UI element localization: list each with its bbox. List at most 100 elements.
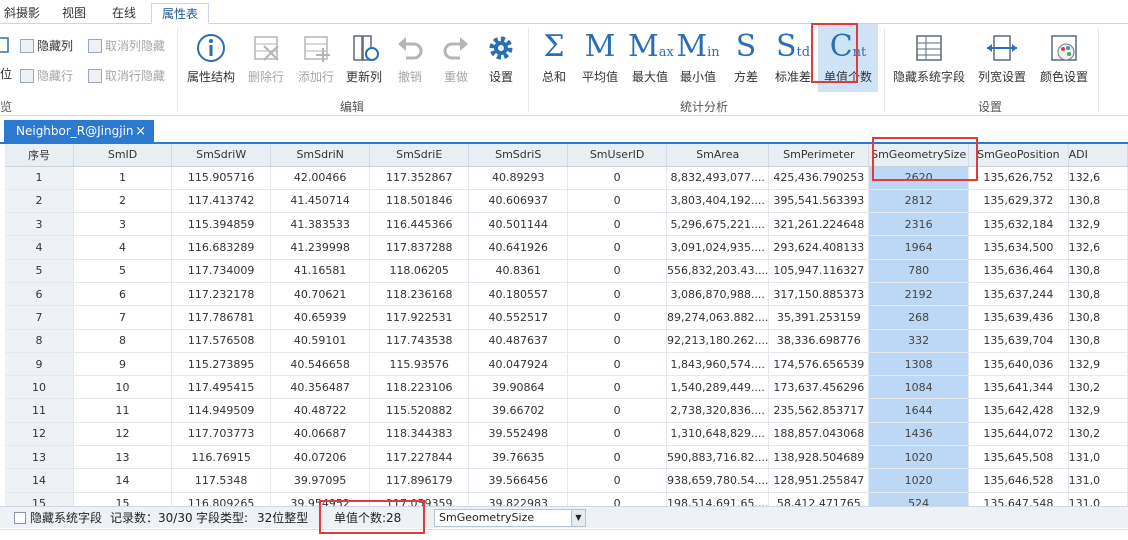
table-cell[interactable]: 128,951.255847 bbox=[768, 468, 870, 493]
table-cell[interactable]: 0 bbox=[567, 189, 667, 214]
table-cell[interactable]: 3,086,870,988.... bbox=[666, 282, 770, 307]
table-cell[interactable]: 0 bbox=[567, 282, 667, 307]
table-cell[interactable]: 1 bbox=[73, 166, 173, 190]
table-cell[interactable]: 35,391.253159 bbox=[768, 305, 870, 330]
table-cell[interactable]: 41.239998 bbox=[270, 235, 371, 260]
delete-row-button[interactable]: 删除行 bbox=[242, 28, 290, 92]
table-cell[interactable]: 2192 bbox=[868, 282, 970, 307]
table-cell[interactable]: 138,928.504689 bbox=[768, 445, 870, 470]
table-cell[interactable]: 58,412.471765 bbox=[768, 492, 870, 506]
table-cell[interactable]: 293,624.408133 bbox=[768, 235, 870, 260]
table-cell[interactable]: 174,576.656539 bbox=[768, 352, 870, 377]
table-cell[interactable]: 117.734009 bbox=[171, 259, 272, 283]
unhide-column-button[interactable]: 取消列隐藏 bbox=[88, 36, 165, 56]
table-cell[interactable]: 115.905716 bbox=[171, 166, 272, 190]
tab-attribute-table[interactable]: 属性表 bbox=[151, 3, 209, 24]
table-cell[interactable]: 0 bbox=[567, 259, 667, 283]
table-row[interactable]: 10 10 117.495415 40.356487 118.223106 39.9086… bbox=[5, 375, 1128, 400]
tab-online[interactable]: 在线 bbox=[104, 3, 144, 24]
table-row[interactable]: 9 9 115.273895 40.546658 115.93576 40.047924 0… bbox=[5, 352, 1128, 377]
table-cell[interactable]: 118.501846 bbox=[369, 189, 470, 214]
table-cell[interactable]: 1,540,289,449.... bbox=[666, 375, 770, 400]
table-row[interactable]: 13 13 116.76915 40.07206 117.227844 39.76635 0… bbox=[5, 445, 1128, 470]
column-header[interactable]: SmSdriS bbox=[468, 144, 569, 167]
maximum-button[interactable]: Max 最大值 bbox=[628, 28, 674, 92]
table-cell[interactable]: 590,883,716.82.... bbox=[666, 445, 770, 470]
table-cell[interactable]: 40.552517 bbox=[468, 305, 569, 330]
table-cell[interactable]: 0 bbox=[567, 422, 667, 447]
table-cell[interactable]: 117.576508 bbox=[171, 329, 272, 353]
row-number[interactable]: 6 bbox=[5, 282, 74, 307]
table-cell[interactable]: 1964 bbox=[868, 235, 970, 260]
column-header[interactable]: SmArea bbox=[666, 144, 770, 167]
table-cell[interactable]: 41.383533 bbox=[270, 212, 371, 237]
hide-column-button[interactable]: 隐藏列 bbox=[20, 36, 73, 56]
table-cell[interactable]: 135,637,244 bbox=[968, 282, 1069, 307]
column-header[interactable]: 序号 bbox=[5, 144, 74, 167]
table-row[interactable]: 8 8 117.576508 40.59101 117.743538 40.487637 0… bbox=[5, 329, 1128, 353]
table-cell[interactable]: 39.66702 bbox=[468, 398, 569, 423]
table-cell[interactable]: 40.8361 bbox=[468, 259, 569, 283]
table-cell[interactable]: 118.236168 bbox=[369, 282, 470, 307]
table-cell[interactable]: 117.227844 bbox=[369, 445, 470, 470]
hide-row-button[interactable]: 隐藏行 bbox=[20, 66, 73, 86]
settings-button[interactable]: 设置 bbox=[482, 28, 520, 92]
undo-button[interactable]: 撤销 bbox=[390, 28, 430, 92]
table-cell[interactable]: 131,0 bbox=[1068, 445, 1128, 470]
table-cell[interactable]: 11 bbox=[73, 398, 173, 423]
hide-system-fields-checkbox[interactable]: 隐藏系统字段 bbox=[14, 510, 102, 526]
table-cell[interactable]: 135,626,752 bbox=[968, 166, 1069, 190]
hide-system-fields-button[interactable]: 隐藏系统字段 bbox=[890, 28, 968, 92]
table-cell[interactable]: 135,632,184 bbox=[968, 212, 1069, 237]
table-cell[interactable]: 0 bbox=[567, 329, 667, 353]
table-cell[interactable]: 117.703773 bbox=[171, 422, 272, 447]
row-number[interactable]: 7 bbox=[5, 305, 74, 330]
row-number[interactable]: 13 bbox=[5, 445, 74, 470]
table-cell[interactable]: 135,647,548 bbox=[968, 492, 1069, 506]
table-cell[interactable]: 7 bbox=[73, 305, 173, 330]
table-cell[interactable]: 556,832,203.43.... bbox=[666, 259, 770, 283]
browse-group-left-icon[interactable] bbox=[0, 36, 10, 54]
table-cell[interactable]: 4 bbox=[73, 235, 173, 260]
table-cell[interactable]: 135,634,500 bbox=[968, 235, 1069, 260]
table-cell[interactable]: 5 bbox=[73, 259, 173, 283]
table-cell[interactable]: 132,9 bbox=[1068, 352, 1128, 377]
document-tab[interactable]: Neighbor_R@Jingjin × bbox=[4, 120, 154, 144]
table-cell[interactable]: 131,0 bbox=[1068, 468, 1128, 493]
table-cell[interactable]: 40.606937 bbox=[468, 189, 569, 214]
table-cell[interactable]: 938,659,780.54.... bbox=[666, 468, 770, 493]
table-cell[interactable]: 39.90864 bbox=[468, 375, 569, 400]
table-cell[interactable]: 130,8 bbox=[1068, 305, 1128, 330]
table-cell[interactable]: 39.552498 bbox=[468, 422, 569, 447]
table-cell[interactable]: 40.89293 bbox=[468, 166, 569, 190]
table-cell[interactable]: 115.394859 bbox=[171, 212, 272, 237]
table-cell[interactable]: 115.273895 bbox=[171, 352, 272, 377]
table-cell[interactable]: 0 bbox=[567, 235, 667, 260]
table-cell[interactable]: 0 bbox=[567, 166, 667, 190]
table-cell[interactable]: 1436 bbox=[868, 422, 970, 447]
table-cell[interactable]: 117.495415 bbox=[171, 375, 272, 400]
table-cell[interactable]: 780 bbox=[868, 259, 970, 283]
row-number[interactable]: 14 bbox=[5, 468, 74, 493]
table-cell[interactable]: 40.48722 bbox=[270, 398, 371, 423]
table-cell[interactable]: 3,091,024,935.... bbox=[666, 235, 770, 260]
table-cell[interactable]: 130,8 bbox=[1068, 282, 1128, 307]
table-cell[interactable]: 115.520882 bbox=[369, 398, 470, 423]
row-number[interactable]: 8 bbox=[5, 329, 74, 353]
table-cell[interactable]: 105,947.116327 bbox=[768, 259, 870, 283]
column-header[interactable]: SmSdriN bbox=[270, 144, 371, 167]
close-icon[interactable]: × bbox=[135, 120, 146, 143]
table-cell[interactable]: 135,646,528 bbox=[968, 468, 1069, 493]
table-cell[interactable]: 524 bbox=[868, 492, 970, 506]
column-header[interactable]: SmPerimeter bbox=[768, 144, 870, 167]
table-cell[interactable]: 135,639,704 bbox=[968, 329, 1069, 353]
table-cell[interactable]: 132,9 bbox=[1068, 212, 1128, 237]
table-cell[interactable]: 118.06205 bbox=[369, 259, 470, 283]
table-cell[interactable]: 0 bbox=[567, 445, 667, 470]
column-header[interactable]: SmGeoPosition bbox=[968, 144, 1069, 167]
table-cell[interactable]: 115.93576 bbox=[369, 352, 470, 377]
table-cell[interactable]: 40.59101 bbox=[270, 329, 371, 353]
table-cell[interactable]: 40.180557 bbox=[468, 282, 569, 307]
table-cell[interactable]: 40.487637 bbox=[468, 329, 569, 353]
attribute-structure-button[interactable]: 属性结构 bbox=[184, 28, 238, 92]
